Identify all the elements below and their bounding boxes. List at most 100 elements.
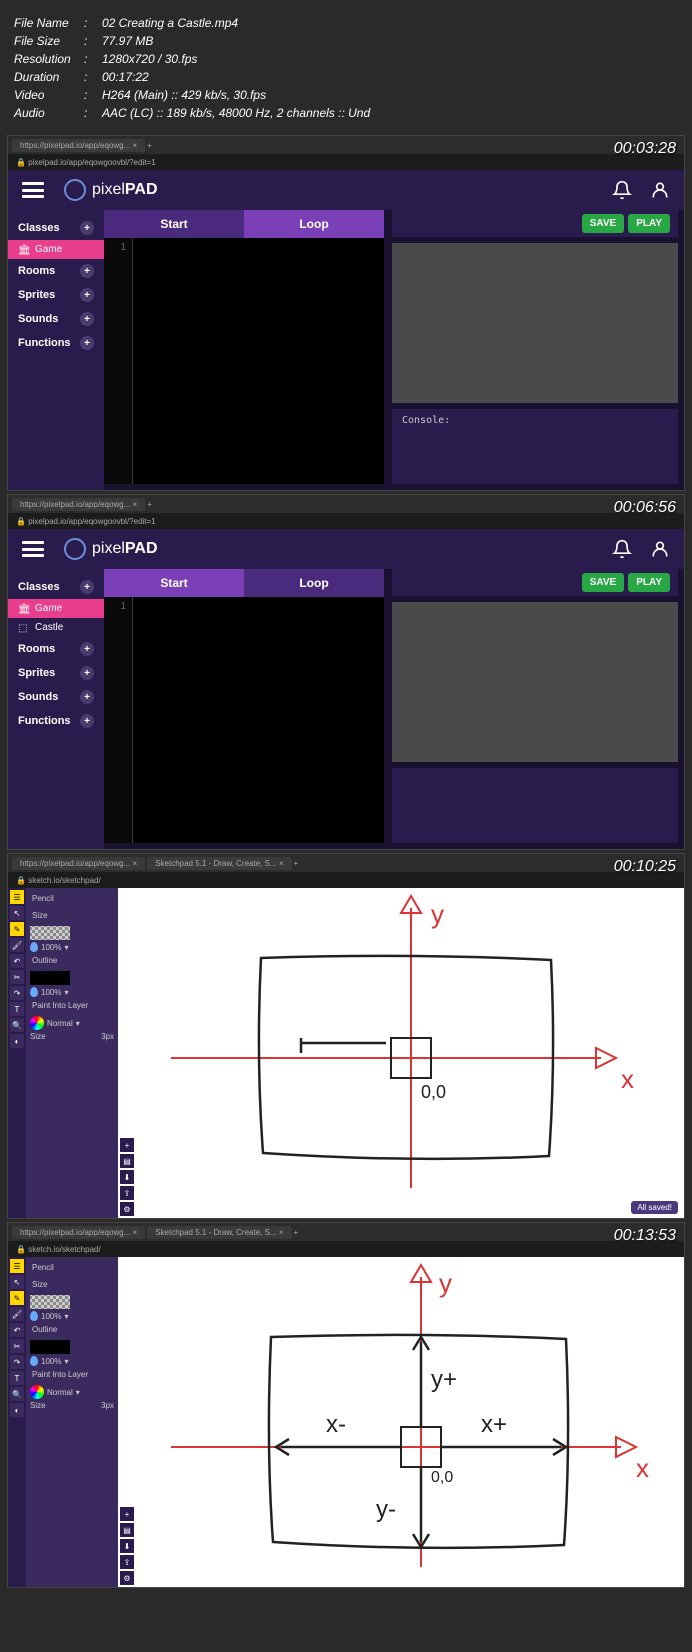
- text-tool-icon[interactable]: T: [10, 1002, 24, 1016]
- tab-loop[interactable]: Loop: [244, 569, 384, 597]
- colorwheel-icon[interactable]: [30, 1016, 44, 1030]
- sidebar-classes[interactable]: Classes+: [8, 575, 104, 599]
- sidebar-functions[interactable]: Functions+: [8, 331, 104, 355]
- share-icon[interactable]: ⇪: [120, 1555, 134, 1569]
- drawing-canvas[interactable]: x y 0,0 + ▤ ⬇ ⇪ ⚙ All saved!: [118, 888, 684, 1218]
- hamburger-menu-icon[interactable]: [22, 541, 44, 557]
- bell-icon[interactable]: [612, 539, 632, 559]
- add-icon[interactable]: +: [120, 1507, 134, 1521]
- plus-icon[interactable]: +: [80, 221, 94, 235]
- plus-icon[interactable]: +: [80, 580, 94, 594]
- crop-tool-icon[interactable]: ✂: [10, 970, 24, 984]
- layers-icon[interactable]: ▤: [120, 1523, 134, 1537]
- svg-text:x: x: [636, 1453, 649, 1483]
- browser-tab[interactable]: https://pixelpad.io/app/eqowg... ×: [12, 1226, 145, 1239]
- text-tool-icon[interactable]: T: [10, 1371, 24, 1385]
- meta-value: H264 (Main) :: 429 kb/s, 30.fps: [102, 86, 266, 104]
- save-button[interactable]: SAVE: [582, 573, 625, 592]
- pointer-tool-icon[interactable]: ↖: [10, 906, 24, 920]
- redo-icon[interactable]: ↷: [10, 1355, 24, 1369]
- sidebar-sprites[interactable]: Sprites+: [8, 283, 104, 307]
- brush-tool-icon[interactable]: 🖌: [10, 1307, 24, 1321]
- sidebar-rooms[interactable]: Rooms+: [8, 259, 104, 283]
- browser-tab[interactable]: Sketchpad 5.1 - Draw, Create, S... ×: [147, 857, 291, 870]
- browser-tab[interactable]: https://pixelpad.io/app/eqowg... ×: [12, 498, 145, 511]
- browser-tab[interactable]: https://pixelpad.io/app/eqowg... ×: [12, 857, 145, 870]
- undo-icon[interactable]: ↶: [10, 1323, 24, 1337]
- export-icon[interactable]: ⬇: [120, 1170, 134, 1184]
- sidebar-rooms[interactable]: Rooms+: [8, 637, 104, 661]
- app-header: pixelPAD: [8, 170, 684, 210]
- pixelpad-logo[interactable]: pixelPAD: [64, 538, 158, 560]
- play-button[interactable]: PLAY: [628, 214, 670, 233]
- tab-loop[interactable]: Loop: [244, 210, 384, 238]
- new-tab[interactable]: +: [147, 141, 152, 150]
- menu-tool-icon[interactable]: ☰: [10, 1259, 24, 1273]
- plus-icon[interactable]: +: [80, 264, 94, 278]
- export-icon[interactable]: ⬇: [120, 1539, 134, 1553]
- pencil-tool-icon[interactable]: ✎: [10, 922, 24, 936]
- svg-text:x: x: [621, 1064, 634, 1094]
- sidebar-item-game[interactable]: 🏛Game: [8, 240, 104, 259]
- play-button[interactable]: PLAY: [628, 573, 670, 592]
- menu-tool-icon[interactable]: ☰: [10, 890, 24, 904]
- code-editor: Start Loop 1: [104, 210, 384, 484]
- drawing-canvas[interactable]: x y x- x+ y+ y- 0,0 + ▤ ⬇ ⇪ ⚙: [118, 1257, 684, 1587]
- fill-swatch[interactable]: [30, 926, 70, 940]
- browser-url-bar[interactable]: 🔒 pixelpad.io/app/eqowgoovbl/?edit=1: [8, 154, 684, 170]
- browser-url-bar[interactable]: 🔒 sketch.io/sketchpad/: [8, 1241, 684, 1257]
- fill-tool-icon[interactable]: ◐: [10, 1403, 24, 1417]
- user-icon[interactable]: [650, 180, 670, 200]
- sidebar-sounds[interactable]: Sounds+: [8, 685, 104, 709]
- fill-swatch[interactable]: [30, 1295, 70, 1309]
- zoom-tool-icon[interactable]: 🔍: [10, 1387, 24, 1401]
- sidebar-functions[interactable]: Functions+: [8, 709, 104, 733]
- browser-tab[interactable]: Sketchpad 5.1 - Draw, Create, S... ×: [147, 1226, 291, 1239]
- browser-tab[interactable]: https://pixelpad.io/app/eqowg... ×: [12, 139, 145, 152]
- browser-url-bar[interactable]: 🔒 pixelpad.io/app/eqowgoovbl/?edit=1: [8, 513, 684, 529]
- plus-icon[interactable]: +: [80, 336, 94, 350]
- brush-tool-icon[interactable]: 🖌: [10, 938, 24, 952]
- add-icon[interactable]: +: [120, 1138, 134, 1152]
- sidebar-sprites[interactable]: Sprites+: [8, 661, 104, 685]
- redo-icon[interactable]: ↷: [10, 986, 24, 1000]
- outline-swatch[interactable]: [30, 971, 70, 985]
- outline-swatch[interactable]: [30, 1340, 70, 1354]
- new-tab[interactable]: +: [294, 1228, 299, 1237]
- plus-icon[interactable]: +: [80, 642, 94, 656]
- plus-icon[interactable]: +: [80, 690, 94, 704]
- fill-tool-icon[interactable]: ◐: [10, 1034, 24, 1048]
- new-tab[interactable]: +: [147, 500, 152, 509]
- zoom-tool-icon[interactable]: 🔍: [10, 1018, 24, 1032]
- tab-start[interactable]: Start: [104, 569, 244, 597]
- tool-options-panel: Pencil Size 100% ▾ Outline 100% ▾ Paint …: [26, 888, 118, 1218]
- browser-url-bar[interactable]: 🔒 sketch.io/sketchpad/: [8, 872, 684, 888]
- sidebar-item-castle[interactable]: ⬚Castle: [8, 618, 104, 637]
- sidebar-sounds[interactable]: Sounds+: [8, 307, 104, 331]
- undo-icon[interactable]: ↶: [10, 954, 24, 968]
- code-area[interactable]: 1: [104, 238, 384, 484]
- colorwheel-icon[interactable]: [30, 1385, 44, 1399]
- plus-icon[interactable]: +: [80, 714, 94, 728]
- tab-start[interactable]: Start: [104, 210, 244, 238]
- plus-icon[interactable]: +: [80, 666, 94, 680]
- plus-icon[interactable]: +: [80, 288, 94, 302]
- new-tab[interactable]: +: [294, 859, 299, 868]
- save-button[interactable]: SAVE: [582, 214, 625, 233]
- share-icon[interactable]: ⇪: [120, 1186, 134, 1200]
- pixelpad-logo[interactable]: pixelPAD: [64, 179, 158, 201]
- crop-tool-icon[interactable]: ✂: [10, 1339, 24, 1353]
- building-icon: 🏛: [18, 604, 30, 614]
- pencil-tool-icon[interactable]: ✎: [10, 1291, 24, 1305]
- settings-icon[interactable]: ⚙: [120, 1202, 134, 1216]
- code-area[interactable]: 1: [104, 597, 384, 843]
- sidebar-classes[interactable]: Classes+: [8, 216, 104, 240]
- plus-icon[interactable]: +: [80, 312, 94, 326]
- hamburger-menu-icon[interactable]: [22, 182, 44, 198]
- pointer-tool-icon[interactable]: ↖: [10, 1275, 24, 1289]
- sidebar-item-game[interactable]: 🏛Game: [8, 599, 104, 618]
- user-icon[interactable]: [650, 539, 670, 559]
- layers-icon[interactable]: ▤: [120, 1154, 134, 1168]
- settings-icon[interactable]: ⚙: [120, 1571, 134, 1585]
- bell-icon[interactable]: [612, 180, 632, 200]
